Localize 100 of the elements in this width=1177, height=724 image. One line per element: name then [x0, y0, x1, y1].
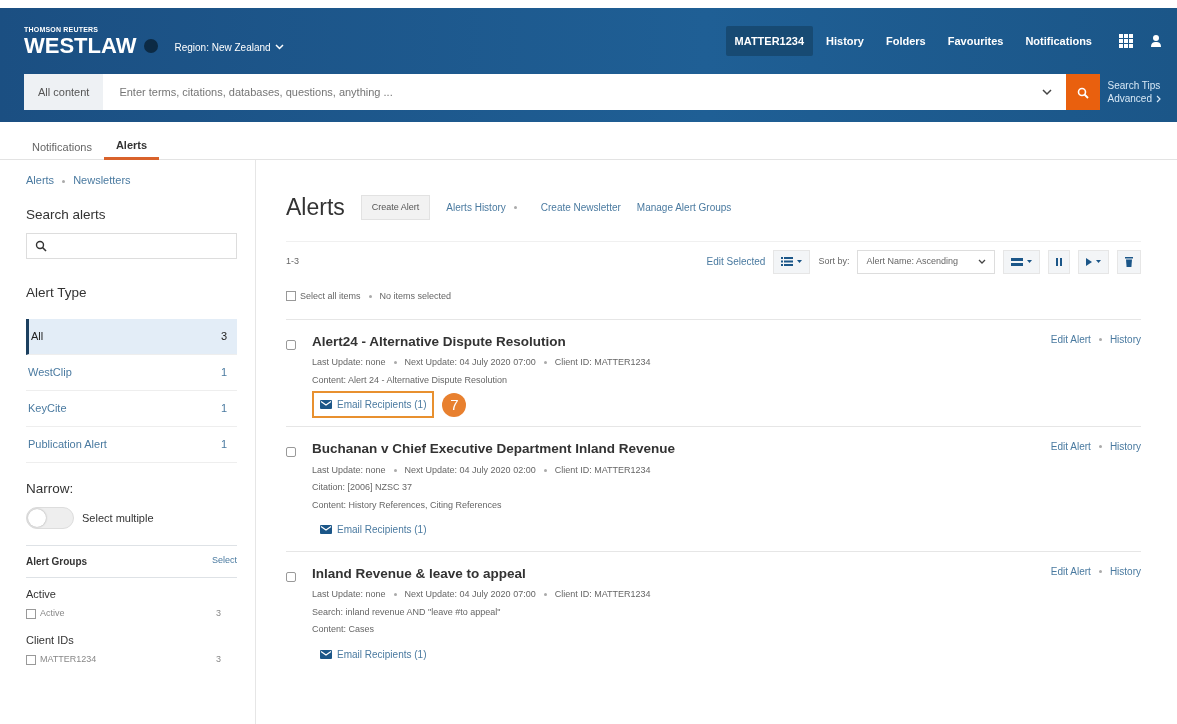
- pause-icon: [1056, 257, 1062, 266]
- chevron-right-icon: [1156, 94, 1161, 103]
- step-number-badge: 7: [442, 392, 467, 417]
- alert-meta: Client ID: MATTER1234: [554, 589, 651, 600]
- type-label: Publication Alert: [28, 437, 107, 453]
- toggle-label: Select multiple: [82, 511, 154, 526]
- alert-checkbox[interactable]: [286, 447, 296, 458]
- section-heading: Alert Groups: [26, 555, 88, 570]
- search-field[interactable]: All content Enter terms, citations, databases, questions, anything ...: [24, 74, 1066, 110]
- alert-checkbox[interactable]: [286, 572, 296, 583]
- select-all-checkbox[interactable]: Select all items: [286, 289, 361, 303]
- page-title: Alerts: [286, 193, 345, 222]
- facet-count: 3: [216, 606, 221, 620]
- search-tips-link[interactable]: Search Tips: [1107, 79, 1161, 92]
- envelope-icon: [320, 400, 332, 410]
- alert-action-link[interactable]: History: [1109, 439, 1141, 455]
- header-link[interactable]: Alerts History: [446, 199, 506, 215]
- menu-dot-button[interactable]: [144, 39, 159, 54]
- create-alert-button[interactable]: Create Alert: [360, 194, 431, 220]
- nav-link[interactable]: Favourites: [938, 25, 1013, 57]
- region-dropdown[interactable]: Region: New Zealand: [174, 39, 284, 55]
- nav-link[interactable]: History: [817, 25, 873, 57]
- section-heading: Alert Type: [26, 283, 88, 302]
- dropdown-chevron-icon[interactable]: [1041, 88, 1052, 96]
- alert-meta: Last Update: none: [312, 357, 386, 368]
- alert-detail: Content: History References, Citing References: [312, 498, 503, 512]
- facet-title: Active: [26, 587, 57, 603]
- alert-action-link[interactable]: Edit Alert: [1050, 439, 1091, 455]
- facet-checkbox[interactable]: MATTER1234: [26, 652, 97, 667]
- alert-meta: Client ID: MATTER1234: [554, 357, 651, 368]
- search-button[interactable]: [1065, 74, 1100, 110]
- alert-title: Buchanan v Chief Executive Department Inland Revenue: [312, 440, 677, 459]
- alert-meta: Last Update: none: [312, 464, 386, 475]
- scope-selector[interactable]: All content: [24, 74, 104, 110]
- facet-checkbox[interactable]: Active: [26, 606, 65, 621]
- type-count: 1: [220, 437, 227, 453]
- advanced-search-link[interactable]: Advanced: [1107, 92, 1161, 105]
- header-link[interactable]: Manage Alert Groups: [636, 199, 732, 215]
- sidebar-link[interactable]: Newsletters: [73, 174, 131, 186]
- select-link[interactable]: Select: [212, 554, 237, 570]
- alert-checkbox[interactable]: [286, 340, 296, 351]
- view-options-button[interactable]: [773, 249, 811, 274]
- alert-type-item[interactable]: Publication Alert 1: [26, 427, 237, 463]
- alert-meta: Next Update: 04 July 2020 02:00: [404, 464, 536, 475]
- nav-link[interactable]: Folders: [877, 25, 935, 57]
- selection-status: No items selected: [379, 289, 452, 303]
- email-recipients-link[interactable]: Email Recipients (1): [312, 640, 435, 668]
- alert-type-item[interactable]: All 3: [26, 319, 237, 355]
- type-count: 1: [220, 401, 227, 417]
- grid-icon[interactable]: [1119, 34, 1133, 48]
- tab[interactable]: Alerts: [103, 122, 160, 160]
- alert-action-link[interactable]: History: [1109, 564, 1141, 579]
- section-heading: Search alerts: [26, 205, 107, 224]
- email-recipients-link[interactable]: Email Recipients (1): [312, 516, 435, 543]
- alert-type-item[interactable]: KeyCite 1: [26, 391, 237, 427]
- sort-label: Sort by:: [818, 254, 850, 268]
- density-button[interactable]: [1003, 249, 1040, 274]
- alert-detail: Content: Cases: [312, 623, 376, 637]
- play-icon: [1086, 257, 1092, 266]
- search-icon: [35, 239, 47, 252]
- section-heading: Narrow:: [26, 480, 75, 498]
- tab[interactable]: Notifications: [20, 122, 104, 160]
- sidebar-link[interactable]: Alerts: [26, 174, 55, 186]
- alert-detail: Citation: [2006] NZSC 37: [312, 481, 414, 494]
- envelope-icon: [320, 525, 332, 534]
- nav-link[interactable]: MATTER1234: [725, 25, 814, 57]
- caret-icon: [1027, 260, 1032, 263]
- edit-selected-link[interactable]: Edit Selected: [706, 254, 766, 269]
- alert-action-link[interactable]: Edit Alert: [1050, 564, 1091, 579]
- alert-meta: Last Update: none: [312, 589, 386, 600]
- search-icon: [1076, 86, 1089, 99]
- email-recipients-link[interactable]: Email Recipients (1): [312, 391, 435, 419]
- header-link[interactable]: Create Newsletter: [540, 199, 621, 215]
- alert-title: Inland Revenue & leave to appeal: [312, 565, 527, 583]
- caret-icon: [797, 260, 803, 263]
- chevron-down-icon: [274, 44, 284, 50]
- type-label: KeyCite: [28, 401, 67, 417]
- envelope-icon: [320, 649, 332, 659]
- toggle-switch[interactable]: [26, 507, 74, 530]
- facet-title: Client IDs: [26, 633, 75, 649]
- trash-icon: [1125, 256, 1133, 267]
- alert-type-item[interactable]: WestClip 1: [26, 355, 237, 391]
- delete-button[interactable]: [1117, 249, 1141, 274]
- nav-link[interactable]: Notifications: [1016, 25, 1101, 57]
- alert-meta: Client ID: MATTER1234: [554, 464, 651, 475]
- type-count: 3: [220, 329, 227, 345]
- caret-icon: [1096, 260, 1101, 263]
- logo-wordmark: WESTLAW: [24, 35, 137, 58]
- search-alerts-field[interactable]: [26, 232, 237, 259]
- alert-meta: Next Update: 04 July 2020 07:00: [404, 357, 536, 368]
- alert-action-link[interactable]: Edit Alert: [1050, 332, 1091, 347]
- sort-dropdown[interactable]: Alert Name: Ascending: [857, 249, 995, 274]
- lines-icon: [1011, 257, 1023, 266]
- list-icon: [781, 257, 794, 266]
- play-button[interactable]: [1078, 249, 1109, 274]
- pause-button[interactable]: [1048, 249, 1070, 274]
- alert-title: Alert24 - Alternative Dispute Resolution: [312, 333, 567, 351]
- user-icon[interactable]: [1151, 35, 1161, 47]
- alert-action-link[interactable]: History: [1109, 332, 1141, 347]
- alert-detail: Content: Alert 24 - Alternative Dispute Resolution: [312, 373, 509, 387]
